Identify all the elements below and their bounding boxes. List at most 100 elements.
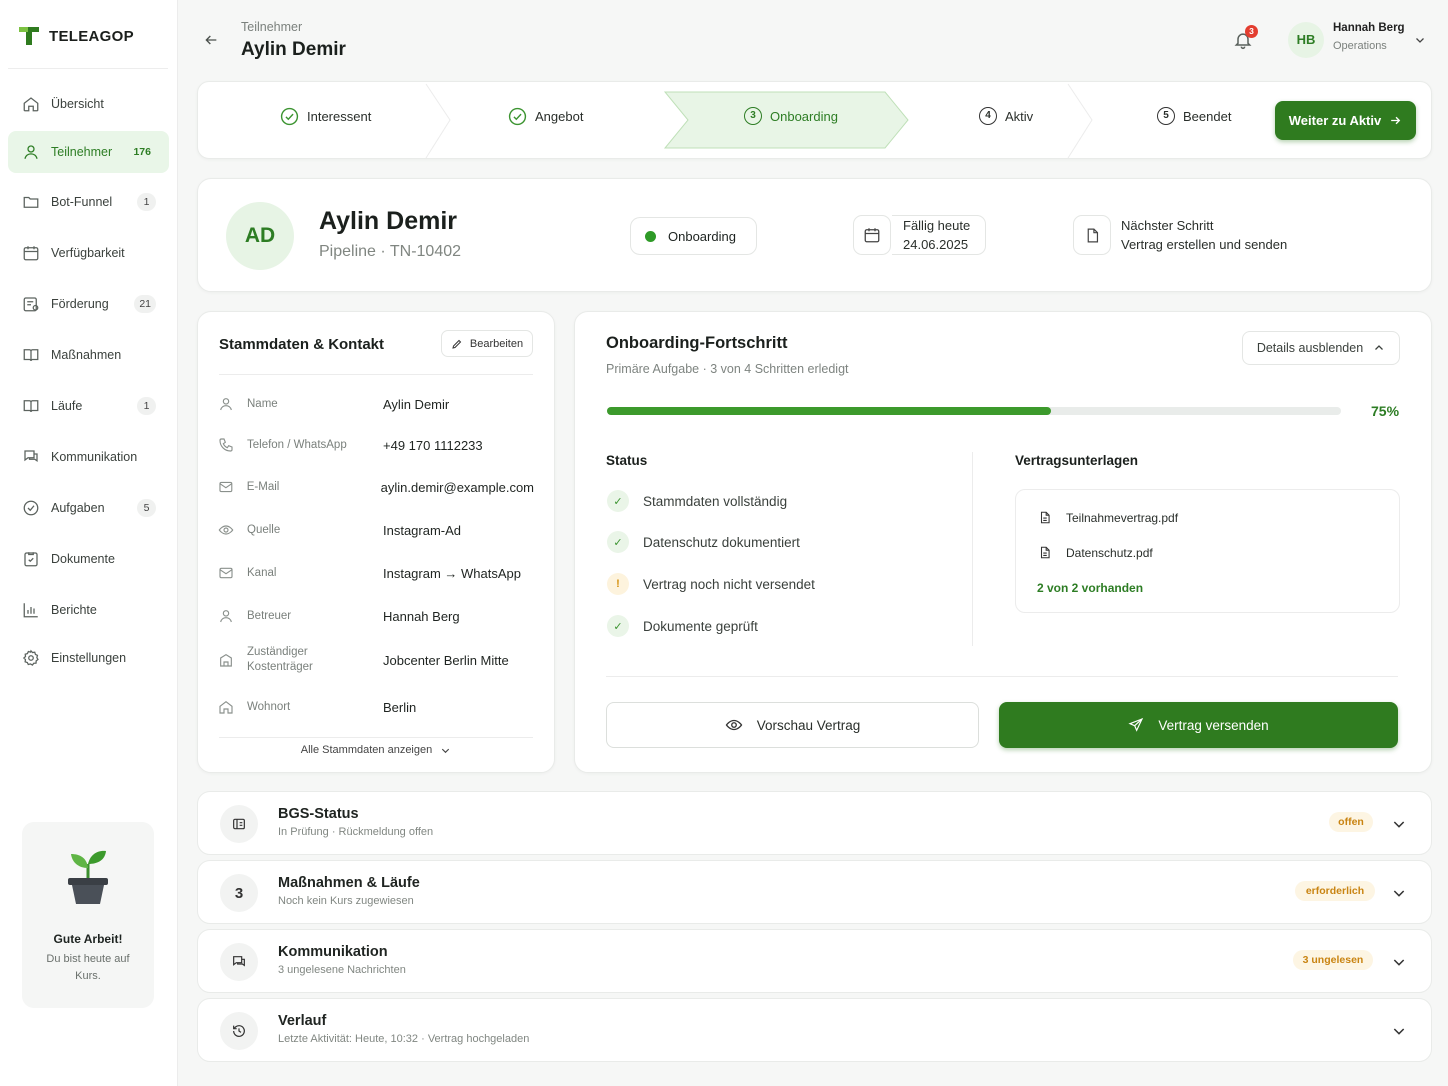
accordion-subtitle-a: In Prüfung — [278, 826, 329, 838]
accordion-icon: 3 — [220, 874, 258, 912]
chevron-down-icon[interactable] — [1414, 34, 1426, 46]
sidebar-item-massnahmen[interactable]: Maßnahmen — [8, 334, 169, 376]
sidebar-item-kommunikation[interactable]: Kommunikation — [8, 436, 169, 478]
sidebar-item-einstellungen[interactable]: Einstellungen — [8, 637, 169, 679]
docs-title: Vertragsunterlagen — [1015, 453, 1139, 468]
history-icon — [233, 1025, 245, 1037]
mail-icon — [219, 567, 233, 579]
user-icon — [220, 398, 232, 411]
app-logo[interactable]: TELEAGOP — [17, 24, 134, 48]
field-value: Jobcenter Berlin Mitte — [383, 652, 509, 668]
sidebar-item-label: Übersicht — [51, 97, 104, 111]
page-title: Aylin Demir — [241, 39, 346, 60]
due-date-icon-box — [853, 215, 891, 255]
sidebar-item-label: Bot-Funnel — [51, 195, 113, 209]
next-stage-label: Weiter zu Aktiv — [1288, 113, 1382, 128]
edit-button[interactable]: Bearbeiten — [441, 330, 533, 357]
home-icon — [219, 700, 233, 714]
home-icon — [23, 97, 39, 112]
toggle-details-button[interactable]: Details ausblenden — [1242, 331, 1400, 365]
field-betreuer: Betreuer Hannah Berg — [218, 608, 534, 624]
field-value: Instagram-Ad — [383, 522, 462, 538]
accordion-bgs-status[interactable]: BGS-Status In Prüfung · Rückmeldung offe… — [197, 791, 1432, 855]
chevron-down-icon — [442, 748, 450, 753]
due-date: 24.06.2025 — [903, 237, 969, 252]
sidebar-item-bot-funnel[interactable]: Bot-Funnel 1 — [8, 181, 169, 223]
docs-count: 2 von 2 vorhanden — [1037, 581, 1144, 595]
funding-icon — [23, 297, 39, 312]
step-interessent[interactable]: Interessent — [280, 96, 371, 136]
status-item-label: Datenschutz dokumentiert — [643, 534, 800, 550]
check-icon: ✓ — [607, 531, 629, 553]
accordion-icon — [220, 943, 258, 981]
send-contract-button[interactable]: Vertrag versenden — [999, 702, 1398, 748]
arrow-right-icon — [1391, 116, 1401, 125]
sidebar-item-berichte[interactable]: Berichte — [8, 589, 169, 631]
subtitle-separator: · — [328, 826, 339, 838]
sidebar-item-label: Teilnehmer — [51, 145, 113, 159]
field-label: Quelle — [247, 523, 281, 536]
step-beendet[interactable]: 5 Beendet — [1157, 96, 1231, 136]
sidebar-item-badge: 1 — [137, 193, 156, 211]
check-circle-icon — [508, 107, 527, 125]
field-label: Telefon / WhatsApp — [247, 438, 347, 451]
step-label: Aktiv — [1005, 108, 1034, 124]
building-icon — [220, 653, 232, 667]
sidebar-item-laeufe[interactable]: Läufe 1 — [8, 385, 169, 427]
accordion-subtitle-b: Vertrag hochgeladen — [427, 1033, 530, 1045]
sidebar-item-foerderung[interactable]: Förderung 21 — [8, 283, 169, 325]
field-kostentraeger: Zuständiger Kostenträger Jobcenter Berli… — [218, 645, 534, 675]
accordion-kommunikation[interactable]: Kommunikation 3 ungelesene Nachrichten 3… — [197, 929, 1432, 993]
show-all-link[interactable]: Alle Stammdaten anzeigen — [198, 744, 554, 756]
user-icon — [220, 610, 232, 623]
accordion-subtitle: Noch kein Kurs zugewiesen — [278, 895, 414, 907]
breadcrumb[interactable]: Teilnehmer — [241, 20, 302, 34]
sidebar: TELEAGOP Übersicht Teilnehmer 176 Bot-Fu… — [0, 0, 178, 1086]
sidebar-item-verfuegbarkeit[interactable]: Verfügbarkeit — [8, 232, 169, 274]
field-value: Aylin Demir — [383, 396, 450, 412]
next-step-label: Nächster Schritt — [1121, 218, 1214, 233]
next-step-icon-box — [1073, 215, 1111, 255]
sidebar-item-dokumente[interactable]: Dokumente — [8, 538, 169, 580]
field-label: Zuständiger Kostenträger — [247, 646, 313, 673]
doc-name: Teilnahmevertrag.pdf — [1066, 510, 1179, 525]
accordion-massnahmen[interactable]: 3 Maßnahmen & Läufe Noch kein Kurs zugew… — [197, 860, 1432, 924]
back-arrow-icon[interactable] — [203, 32, 219, 48]
sidebar-divider — [8, 68, 168, 69]
divider — [219, 374, 533, 375]
status-item-label: Dokumente geprüft — [643, 618, 758, 634]
status-item: ✓ Datenschutz dokumentiert — [607, 531, 800, 553]
step-onboarding[interactable]: 3 Onboarding — [744, 96, 838, 136]
doc-item[interactable]: Teilnahmevertrag.pdf — [1038, 510, 1178, 525]
field-value: Instagram → WhatsApp — [383, 565, 521, 581]
notification-badge: 3 — [1245, 25, 1258, 38]
chevron-up-icon — [1375, 345, 1384, 350]
sidebar-item-label: Dokumente — [51, 552, 115, 566]
sidebar-item-badge: 1 — [137, 397, 156, 415]
step-aktiv[interactable]: 4 Aktiv — [979, 96, 1033, 136]
accordion-title: BGS-Status — [278, 806, 359, 822]
field-value: +49 170 1112233 — [383, 437, 483, 453]
chevron-down-icon — [1393, 890, 1405, 897]
next-step-value: Vertrag erstellen und senden — [1121, 237, 1288, 252]
accordion-verlauf[interactable]: Verlauf Letzte Aktivität: Heute, 10:32 ·… — [197, 998, 1432, 1062]
meta-separator: · — [380, 243, 390, 260]
promo-title: Gute Arbeit! — [53, 932, 123, 946]
sidebar-item-teilnehmer[interactable]: Teilnehmer 176 — [8, 131, 169, 173]
next-stage-button[interactable]: Weiter zu Aktiv — [1275, 101, 1416, 140]
mail-icon — [219, 481, 233, 493]
field-telefon: Telefon / WhatsApp +49 170 1112233 — [218, 437, 534, 453]
step-label: Interessent — [307, 108, 372, 124]
doc-item[interactable]: Datenschutz.pdf — [1038, 545, 1153, 560]
onboarding-card: Onboarding-Fortschritt Primäre Aufgabe ·… — [574, 311, 1432, 773]
sidebar-item-aufgaben[interactable]: Aufgaben 5 — [8, 487, 169, 529]
user-name[interactable]: Hannah Berg — [1333, 22, 1405, 34]
field-label: E-Mail — [246, 480, 280, 493]
status-badge[interactable]: Onboarding — [630, 217, 757, 255]
sidebar-item-uebersicht[interactable]: Übersicht — [8, 83, 169, 125]
preview-contract-button[interactable]: Vorschau Vertrag — [606, 702, 979, 748]
user-avatar[interactable]: HB — [1288, 22, 1324, 58]
sidebar-item-label: Einstellungen — [51, 651, 127, 665]
folder-icon — [23, 196, 39, 208]
step-angebot[interactable]: Angebot — [508, 96, 583, 136]
